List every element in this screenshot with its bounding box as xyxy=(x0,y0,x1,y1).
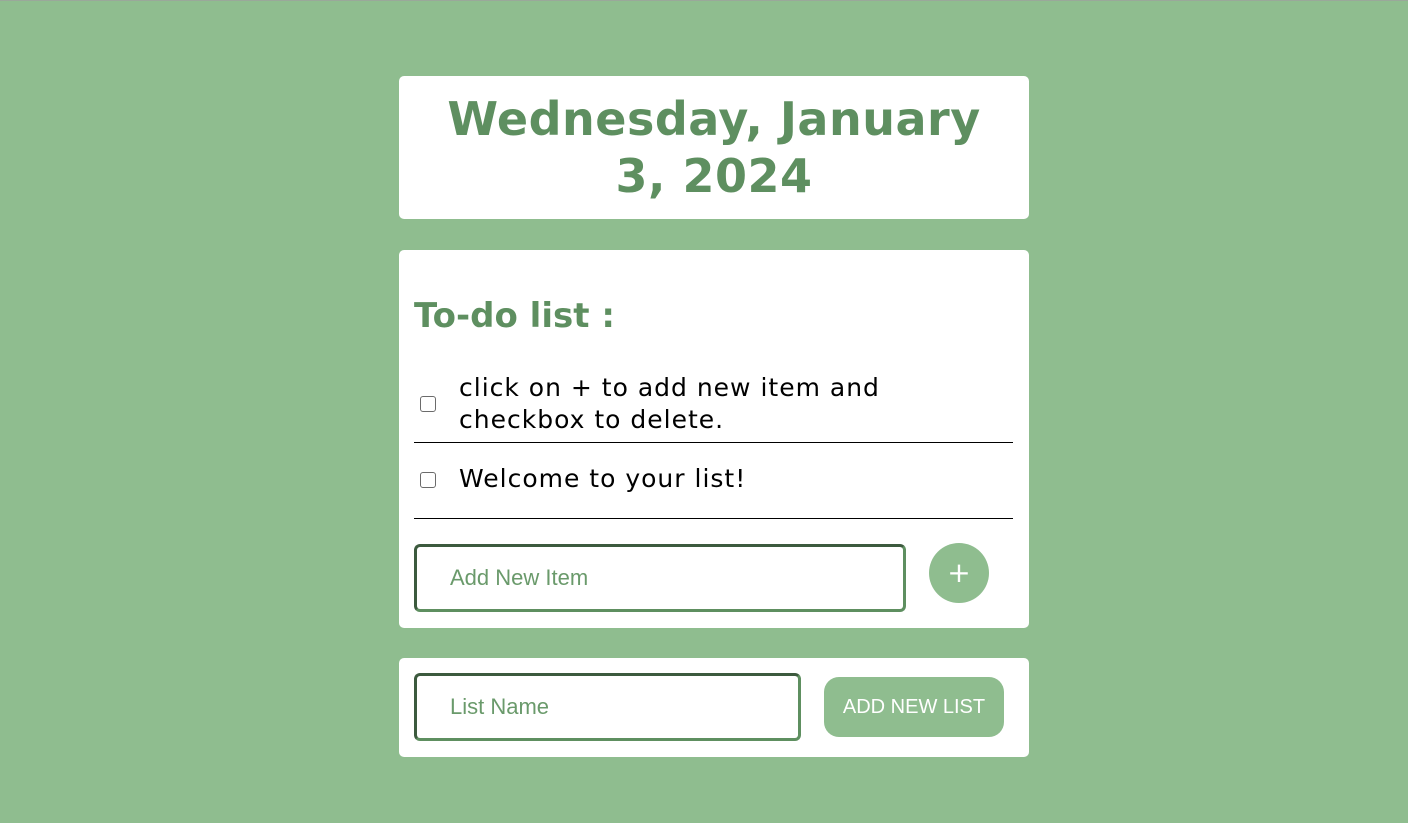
add-new-list-button[interactable]: ADD NEW LIST xyxy=(824,677,1004,737)
item-checkbox[interactable] xyxy=(420,396,436,412)
top-border xyxy=(0,0,1408,1)
list-title: To-do list : xyxy=(414,296,615,336)
item-text: Welcome to your list! xyxy=(459,464,747,493)
item-text: click on + to add new item and checkbox … xyxy=(459,373,880,434)
date-heading: Wednesday, January 3, 2024 xyxy=(447,91,981,203)
add-item-button[interactable]: + xyxy=(929,543,989,603)
new-item-input[interactable] xyxy=(414,544,906,612)
todo-list-card: To-do list : click on + to add new item … xyxy=(399,250,1029,628)
list-item: click on + to add new item and checkbox … xyxy=(414,370,1013,443)
date-card: Wednesday, January 3, 2024 xyxy=(399,76,1029,219)
list-name-input[interactable] xyxy=(414,673,801,741)
new-list-card: ADD NEW LIST xyxy=(399,658,1029,757)
list-item: Welcome to your list! xyxy=(414,443,1013,519)
item-checkbox[interactable] xyxy=(420,472,436,488)
